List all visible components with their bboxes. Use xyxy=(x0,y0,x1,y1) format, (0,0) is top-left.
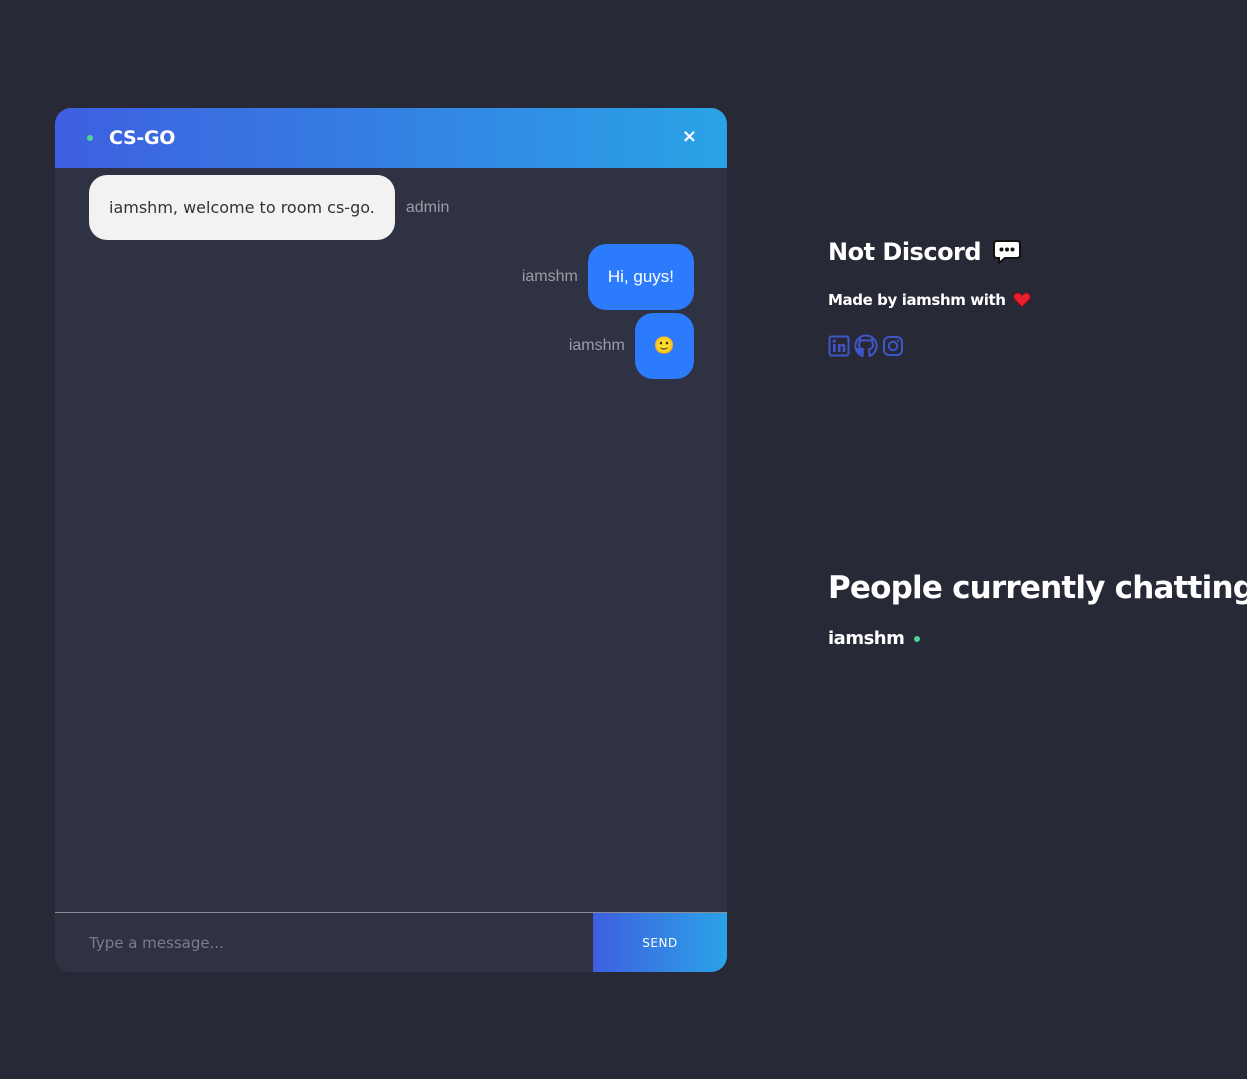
message-list: iamshm, welcome to room cs-go. admin iam… xyxy=(55,168,727,912)
message-sender: iamshm xyxy=(568,337,625,354)
message-sender: admin xyxy=(405,198,450,216)
made-by-line: Made by iamshm with xyxy=(828,291,1031,309)
person-name: iamshm xyxy=(828,628,905,649)
message-bubble: 🙂 xyxy=(634,313,694,379)
made-by-text: Made by iamshm with xyxy=(828,291,1006,309)
people-list: iamshm xyxy=(828,628,921,649)
message-bubble: iamshm, welcome to room cs-go. xyxy=(89,175,395,240)
chat-header: CS-GO × xyxy=(55,108,727,168)
message-row-self: iamshm Hi, guys! xyxy=(522,244,694,310)
chat-window: CS-GO × iamshm, welcome to room cs-go. a… xyxy=(55,108,727,972)
instagram-icon[interactable] xyxy=(882,335,904,357)
message-bubble: Hi, guys! xyxy=(587,244,694,310)
list-item: iamshm xyxy=(828,628,921,649)
send-button[interactable]: SEND xyxy=(593,913,727,972)
close-button[interactable]: × xyxy=(682,127,697,147)
speech-bubble-icon xyxy=(993,240,1022,264)
social-links xyxy=(828,334,908,358)
app-title: Not Discord xyxy=(828,238,1022,266)
room-title: CS-GO xyxy=(109,127,176,149)
message-input[interactable] xyxy=(55,913,593,972)
heart-icon xyxy=(1012,292,1031,308)
app-title-text: Not Discord xyxy=(828,238,982,266)
message-row-admin: iamshm, welcome to room cs-go. admin xyxy=(89,175,449,240)
linkedin-icon[interactable] xyxy=(828,335,850,357)
message-row-self: iamshm 🙂 xyxy=(569,313,694,379)
message-composer: SEND xyxy=(55,912,727,972)
github-icon[interactable] xyxy=(854,334,878,358)
online-status-dot xyxy=(914,635,921,642)
online-status-dot xyxy=(87,135,93,141)
message-sender: iamshm xyxy=(521,268,578,285)
people-title: People currently chatting: xyxy=(828,570,1247,606)
